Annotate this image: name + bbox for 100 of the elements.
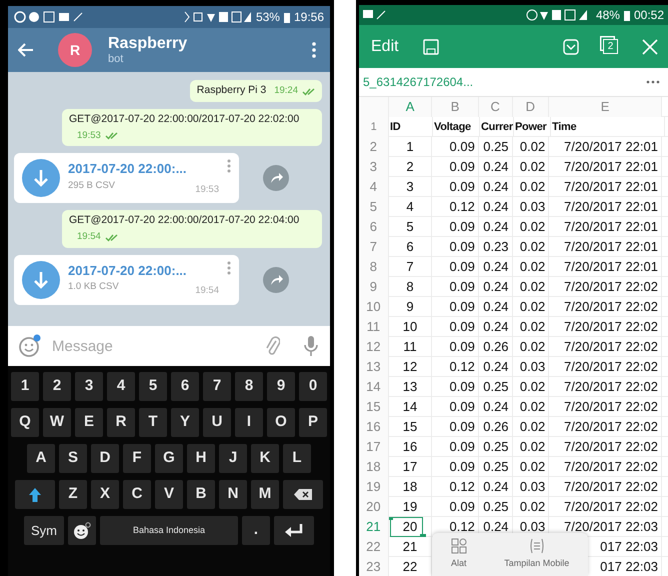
download-icon[interactable] (22, 260, 60, 299)
share-icon[interactable] (263, 266, 289, 293)
file-menu-icon[interactable] (227, 260, 231, 275)
table-cell: 7/20/2017 22:01 (564, 219, 658, 234)
key[interactable]: I (235, 408, 263, 437)
message-time: 19:53 (195, 182, 219, 197)
key[interactable]: W (43, 408, 71, 437)
symbols-key[interactable]: Sym (24, 516, 64, 545)
key[interactable]: S (59, 444, 87, 473)
tools-icon (450, 538, 467, 554)
table-cell: 0.09 (450, 259, 475, 274)
file-size: 1.0 KB CSV (68, 280, 119, 294)
close-icon[interactable] (642, 38, 658, 54)
key[interactable]: D (91, 444, 119, 473)
key[interactable]: 7 (203, 372, 231, 401)
table-cell: 0.02 (520, 159, 546, 174)
key[interactable]: G (155, 444, 183, 473)
key[interactable]: R (107, 408, 135, 437)
clock-time: 19:56 (294, 9, 324, 26)
table-cell: 0.09 (450, 439, 475, 454)
key[interactable]: H (187, 444, 215, 473)
key[interactable]: 8 (235, 372, 263, 401)
message-bar[interactable]: Message (8, 326, 330, 366)
key[interactable]: Q (11, 408, 39, 437)
key[interactable]: O (267, 408, 295, 437)
table-cell: 7/20/2017 22:02 (564, 399, 658, 414)
table-cell: 7/20/2017 22:01 (564, 179, 658, 194)
table-cell: 7 (406, 259, 414, 274)
share-icon[interactable] (263, 165, 289, 192)
key[interactable]: 4 (107, 372, 135, 401)
more-icon[interactable] (646, 80, 660, 84)
key[interactable]: P (299, 408, 327, 437)
table-cell: 7/20/2017 22:02 (564, 379, 658, 394)
table-cell: 0.09 (450, 159, 475, 174)
save-icon[interactable] (422, 38, 439, 54)
key[interactable]: 5 (139, 372, 167, 401)
key[interactable]: . (242, 516, 270, 545)
table-cell: 0.02 (520, 319, 546, 334)
space-key[interactable]: Bahasa Indonesia (100, 516, 238, 545)
key[interactable]: V (155, 480, 183, 509)
table-cell: 0.26 (483, 339, 509, 354)
key[interactable]: L (283, 444, 311, 473)
table-cell: 0.09 (450, 339, 475, 354)
microphone-icon[interactable] (304, 335, 318, 357)
tray-icon[interactable] (563, 38, 579, 54)
table-cell: 11 (403, 339, 417, 354)
table-cell: 7/20/2017 22:01 (564, 259, 658, 274)
table-cell: 0.24 (483, 479, 509, 494)
table-cell: 0.09 (450, 139, 475, 154)
table-cell: 0.03 (520, 519, 546, 534)
key[interactable]: E (75, 408, 103, 437)
emoji-key[interactable] (68, 516, 96, 545)
key[interactable]: 9 (267, 372, 295, 401)
table-cell: 7/20/2017 22:02 (564, 279, 658, 294)
table-cell: 7/20/2017 22:02 (564, 299, 658, 314)
download-icon[interactable] (22, 159, 60, 198)
key[interactable]: J (219, 444, 247, 473)
key[interactable]: X (91, 480, 119, 509)
key[interactable]: F (123, 444, 151, 473)
key[interactable]: C (123, 480, 151, 509)
key[interactable]: 3 (75, 372, 103, 401)
more-vertical-icon[interactable] (312, 42, 316, 58)
table-cell: 0.09 (450, 299, 475, 314)
key[interactable]: A (27, 444, 55, 473)
table-cell: 0.25 (483, 499, 509, 514)
key[interactable]: Y (171, 408, 199, 437)
table-cell: 0.12 (450, 479, 475, 494)
edit-button[interactable]: Edit (371, 34, 399, 58)
back-arrow-icon[interactable] (18, 43, 34, 57)
popup-menu-item[interactable]: Alat (444, 533, 473, 576)
table-cell: 0.12 (450, 359, 475, 374)
message-text: GET@2017-07-20 22:00:00/2017-07-20 22:02:00 (69, 112, 300, 125)
key[interactable]: 0 (299, 372, 327, 401)
battery-percent: 53% (256, 9, 280, 26)
paperclip-icon[interactable] (266, 335, 280, 357)
backspace-key[interactable] (283, 480, 323, 509)
key[interactable]: 1 (11, 372, 39, 401)
table-cell: 8 (406, 279, 414, 294)
key[interactable]: Z (59, 480, 87, 509)
key[interactable]: 2 (43, 372, 71, 401)
key[interactable]: B (187, 480, 215, 509)
table-cell: 0.02 (520, 399, 546, 414)
table-cell: 7/20/2017 22:02 (564, 459, 658, 474)
shift-key[interactable] (15, 480, 55, 509)
key[interactable]: M (251, 480, 279, 509)
key[interactable]: T (139, 408, 167, 437)
chat-subtitle: bot (108, 52, 124, 65)
battery-percent: 48% (596, 7, 620, 24)
window-count-icon[interactable]: 2 (603, 39, 618, 54)
popup-menu-item[interactable]: Tampilan Mobile (498, 533, 576, 576)
file-menu-icon[interactable] (227, 159, 231, 174)
table-cell: 0.02 (520, 179, 546, 194)
file-name: 5_6314267172604... (363, 74, 474, 91)
key[interactable]: K (251, 444, 279, 473)
key[interactable]: N (219, 480, 247, 509)
table-cell: 0.24 (483, 159, 509, 174)
emoji-icon[interactable] (18, 334, 42, 358)
key[interactable]: U (203, 408, 231, 437)
key[interactable]: 6 (171, 372, 199, 401)
enter-key[interactable] (274, 516, 314, 545)
